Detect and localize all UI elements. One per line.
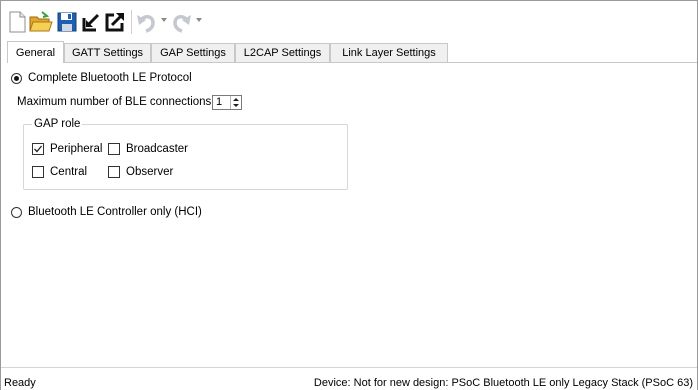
max-connections-label: Maximum number of BLE connections: bbox=[17, 96, 215, 108]
spin-buttons[interactable] bbox=[230, 96, 241, 109]
checkmark-icon bbox=[34, 145, 43, 153]
tab-general[interactable]: General bbox=[7, 41, 64, 63]
status-text: Ready bbox=[4, 377, 36, 389]
spin-up-arrow-icon[interactable] bbox=[233, 98, 239, 101]
undo-icon[interactable] bbox=[135, 10, 157, 34]
broadcaster-checkbox[interactable] bbox=[108, 143, 120, 155]
max-connections-value[interactable]: 1 bbox=[216, 96, 222, 109]
peripheral-checkbox[interactable] bbox=[32, 143, 44, 155]
tab-bar: General GATT Settings GAP Settings L2CAP… bbox=[7, 41, 697, 63]
general-tab-panel: Complete Bluetooth LE Protocol Maximum n… bbox=[7, 62, 697, 367]
save-icon[interactable] bbox=[56, 10, 78, 34]
complete-protocol-radio[interactable] bbox=[11, 73, 22, 84]
new-document-icon[interactable] bbox=[7, 10, 27, 34]
redo-dropdown-icon[interactable] bbox=[196, 18, 202, 22]
toolbar bbox=[1, 1, 697, 41]
controller-only-radio[interactable] bbox=[11, 207, 22, 218]
central-label: Central bbox=[50, 166, 88, 178]
tab-link-layer-settings[interactable]: Link Layer Settings bbox=[330, 43, 448, 62]
toolbar-separator bbox=[131, 10, 132, 34]
undo-dropdown-icon[interactable] bbox=[161, 18, 167, 22]
gap-role-group bbox=[23, 124, 348, 190]
tab-gatt-settings[interactable]: GATT Settings bbox=[64, 43, 151, 62]
max-connections-spinbox[interactable]: 1 bbox=[212, 95, 242, 110]
tab-gap-settings[interactable]: GAP Settings bbox=[151, 43, 235, 62]
gap-role-title: GAP role bbox=[32, 118, 83, 130]
import-icon[interactable] bbox=[80, 10, 102, 34]
redo-icon[interactable] bbox=[171, 10, 193, 34]
open-folder-icon[interactable] bbox=[28, 10, 54, 34]
tab-l2cap-settings[interactable]: L2CAP Settings bbox=[235, 43, 330, 62]
spin-down-arrow-icon[interactable] bbox=[233, 104, 239, 107]
configurator-window: General GATT Settings GAP Settings L2CAP… bbox=[0, 0, 698, 390]
peripheral-label: Peripheral bbox=[50, 143, 103, 155]
observer-label: Observer bbox=[126, 166, 174, 178]
complete-protocol-label: Complete Bluetooth LE Protocol bbox=[28, 72, 192, 84]
controller-only-label: Bluetooth LE Controller only (HCI) bbox=[28, 206, 202, 218]
device-status-text: Device: Not for new design: PSoC Bluetoo… bbox=[313, 377, 693, 389]
observer-checkbox[interactable] bbox=[108, 166, 120, 178]
status-bar: Ready Device: Not for new design: PSoC B… bbox=[1, 367, 697, 390]
export-icon[interactable] bbox=[104, 10, 126, 34]
central-checkbox[interactable] bbox=[32, 166, 44, 178]
broadcaster-label: Broadcaster bbox=[126, 143, 189, 155]
